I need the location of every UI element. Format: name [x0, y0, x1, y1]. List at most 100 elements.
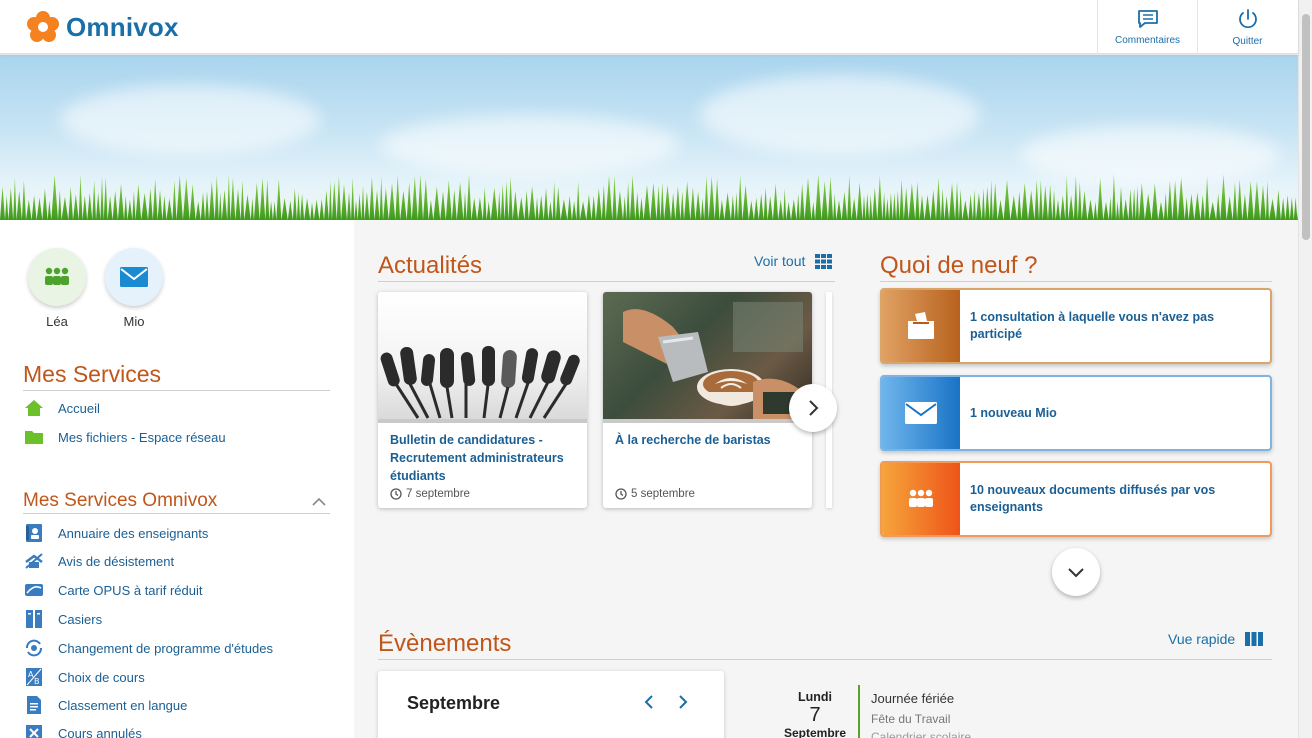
actualites-title: Actualités: [378, 252, 483, 279]
folder-icon: [24, 427, 44, 447]
grid-icon: [815, 253, 833, 269]
whats-new-text: 1 consultation à laquelle vous n'avez pa…: [970, 310, 1215, 341]
news-card[interactable]: Bulletin de candidatures - Recrutement a…: [378, 292, 587, 508]
service-casiers[interactable]: Casiers: [24, 609, 102, 629]
svg-text:B: B: [34, 677, 40, 686]
barista-image: [603, 292, 812, 423]
mes-services-divider: [23, 390, 330, 391]
card-icon: [24, 580, 44, 600]
service-label: Classement en langue: [58, 697, 188, 713]
service-label: Carte OPUS à tarif réduit: [58, 582, 203, 598]
news-title: À la recherche de baristas: [615, 433, 771, 447]
service-cours-annules[interactable]: Cours annulés: [24, 723, 142, 738]
home-icon: [24, 398, 44, 418]
news-title: Bulletin de candidatures - Recrutement a…: [390, 433, 564, 483]
mail-icon: [120, 267, 148, 287]
whats-new-text: 1 nouveau Mio: [970, 405, 1057, 420]
page-scrollbar[interactable]: [1298, 0, 1312, 738]
news-card[interactable]: À la recherche de baristas 5 septembre: [603, 292, 812, 508]
course-choice-icon: AB: [24, 667, 44, 687]
quit-label: Quitter: [1232, 35, 1263, 47]
chevron-right-icon: [679, 695, 688, 709]
event-day-name: Lundi: [797, 690, 832, 704]
chevron-right-icon: [809, 400, 819, 416]
people-icon: [45, 267, 69, 285]
mio-label: Mio: [123, 314, 145, 329]
flower-logo-icon: [27, 11, 59, 42]
clock-icon: [615, 488, 627, 500]
whats-new-mio[interactable]: 1 nouveau Mio: [880, 375, 1272, 451]
service-label: Cours annulés: [58, 725, 142, 738]
event-title[interactable]: Journée fériée: [871, 691, 954, 706]
event-day-number: 7: [809, 704, 821, 726]
lea-label: Léa: [46, 314, 68, 329]
service-choix-cours[interactable]: AB Choix de cours: [24, 667, 145, 687]
service-label: Choix de cours: [58, 669, 145, 685]
comment-icon: [1137, 9, 1158, 28]
event-date: Lundi 7 Septembre: [780, 690, 850, 738]
service-label: Changement de programme d'études: [58, 640, 273, 656]
actualites-divider: [378, 281, 835, 282]
mes-services-omnivox-divider: [23, 513, 330, 514]
grass-graphic: [0, 174, 1298, 220]
change-program-icon: [24, 638, 44, 658]
directory-icon: [24, 523, 44, 543]
columns-icon: [1245, 632, 1264, 646]
calendar-next-button[interactable]: [678, 695, 688, 714]
service-label: Mes fichiers - Espace réseau: [58, 429, 226, 445]
logo-text: Omnivox: [66, 11, 179, 42]
calendar-prev-button[interactable]: [644, 695, 654, 714]
news-next-button[interactable]: [789, 384, 837, 432]
comments-label: Commentaires: [1114, 34, 1181, 46]
mes-services-title: Mes Services: [23, 361, 162, 387]
service-label: Annuaire des enseignants: [58, 525, 209, 541]
comments-button[interactable]: Commentaires: [1097, 0, 1197, 54]
whats-new-documents[interactable]: 10 nouveaux documents diffusés par vos e…: [880, 461, 1272, 537]
whats-new-consultation[interactable]: 1 consultation à laquelle vous n'avez pa…: [880, 288, 1272, 364]
event-category: Calendrier scolaire: [871, 730, 972, 738]
whats-new-text: 10 nouveaux documents diffusés par vos e…: [970, 483, 1216, 514]
service-changement-programme[interactable]: Changement de programme d'études: [24, 638, 273, 658]
news-date: 5 septembre: [615, 488, 695, 500]
event-subtitle: Fête du Travail: [871, 712, 951, 726]
omnivox-logo[interactable]: Omnivox: [26, 10, 179, 44]
service-classement-langue[interactable]: Classement en langue: [24, 695, 187, 715]
service-label: Casiers: [58, 611, 103, 627]
locker-icon: [24, 609, 44, 629]
banner-image: [0, 55, 1298, 220]
cancelled-courses-icon: [24, 723, 44, 738]
top-header: Omnivox Commentaires Quitter: [0, 0, 1298, 54]
whats-new-more-button[interactable]: [1052, 548, 1100, 596]
mes-services-omnivox-title: Mes Services Omnivox: [23, 490, 218, 511]
mio-button[interactable]: [105, 248, 163, 306]
voir-tout-label: Voir tout: [754, 253, 806, 269]
quoi-de-neuf-title: Quoi de neuf ?: [880, 252, 1038, 279]
lea-button[interactable]: [28, 248, 86, 306]
service-accueil[interactable]: Accueil: [24, 398, 100, 418]
service-label: Accueil: [58, 400, 100, 416]
calendar-month: Septembre: [407, 693, 501, 713]
scrollbar-thumb[interactable]: [1302, 14, 1310, 240]
service-mes-fichiers[interactable]: Mes fichiers - Espace réseau: [24, 427, 226, 447]
news-date: 7 septembre: [390, 488, 470, 500]
language-ranking-icon: [24, 695, 44, 715]
chevron-down-icon: [1068, 568, 1084, 578]
service-avis-desistement[interactable]: Avis de désistement: [24, 551, 174, 571]
ballot-box-icon: [882, 290, 960, 362]
service-carte-opus[interactable]: Carte OPUS à tarif réduit: [24, 580, 203, 600]
service-annuaire[interactable]: Annuaire des enseignants: [24, 523, 208, 543]
power-icon: [1238, 8, 1257, 28]
voir-tout-link[interactable]: Voir tout: [754, 253, 833, 269]
event-month: Septembre: [783, 726, 847, 738]
quit-button[interactable]: Quitter: [1197, 0, 1297, 54]
service-label: Avis de désistement: [58, 553, 175, 569]
clock-icon: [390, 488, 402, 500]
evenements-divider: [378, 659, 1272, 660]
calendar-widget: Septembre: [378, 671, 724, 738]
vue-rapide-link[interactable]: Vue rapide: [1168, 631, 1264, 647]
evenements-title: Évènements: [378, 630, 512, 657]
people-icon: [882, 463, 960, 535]
mail-icon: [882, 377, 960, 449]
collapse-chevron-icon[interactable]: [312, 494, 326, 512]
microphones-image: [378, 292, 587, 423]
